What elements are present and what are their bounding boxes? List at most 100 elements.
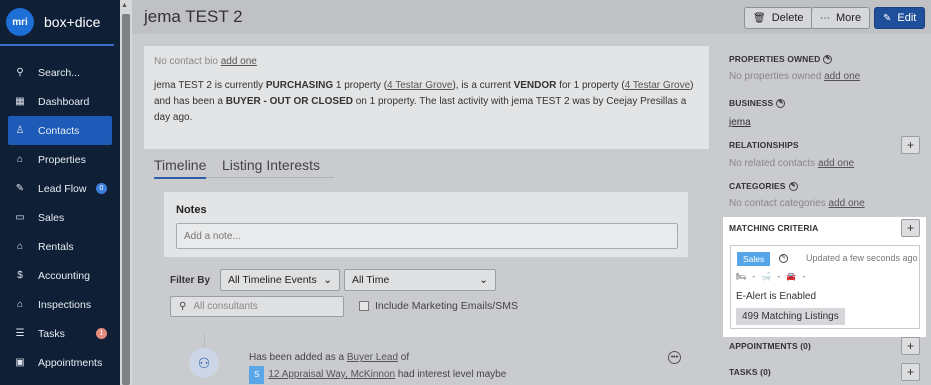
time-range-select[interactable]: All Time ⌄	[344, 269, 496, 291]
appointments-heading: APPOINTMENTS (0)	[729, 341, 811, 351]
sidebar-item-accounting[interactable]: $ Accounting	[0, 261, 120, 290]
notes-card: Notes Add a note...	[164, 192, 688, 257]
business-link[interactable]: jema	[729, 117, 751, 128]
no-bio-text: No contact bio add one	[154, 56, 699, 67]
brand[interactable]: mri box+dice	[0, 0, 114, 46]
add-bio-link[interactable]: add one	[221, 56, 257, 67]
time-range-value: All Time	[352, 274, 390, 286]
tab-listing-interests[interactable]: Listing Interests	[222, 157, 320, 173]
count-badge: 0	[96, 183, 107, 194]
sidebar-item-label: Dashboard	[38, 95, 90, 108]
checklist-icon: ☰	[15, 328, 25, 339]
sidebar-item-properties[interactable]: ⌂ Properties	[0, 145, 120, 174]
add-task-button[interactable]: +	[901, 363, 920, 381]
edit-circle-icon[interactable]: ✎	[823, 55, 833, 65]
filter-by-label: Filter By	[170, 275, 211, 286]
tab-timeline[interactable]: Timeline	[154, 157, 207, 179]
house-key-icon: ⌂	[16, 241, 24, 252]
calendar-icon: ▣	[15, 357, 25, 368]
sidebar-item-contacts[interactable]: ♙ Contacts	[8, 116, 112, 145]
sidebar-item-search[interactable]: ⚲ Search...	[0, 58, 120, 87]
entry-more-icon[interactable]: •••	[668, 351, 681, 364]
scroll-up-icon[interactable]: ▲	[121, 2, 128, 9]
dollar-icon: $	[17, 270, 23, 281]
timeline-events-select[interactable]: All Timeline Events ⌄	[220, 269, 340, 291]
entry-text: Has been added as a	[249, 352, 347, 363]
timeline-events-value: All Timeline Events	[228, 274, 317, 286]
marketing-checkbox[interactable]	[359, 301, 369, 311]
count-badge: 1	[96, 328, 107, 339]
no-categories-label: No contact categories	[729, 198, 826, 209]
delete-button[interactable]: 🗑 Delete	[744, 7, 813, 29]
sidebar-item-label: Inspections	[38, 298, 92, 311]
sidebar-item-label: Contacts	[38, 124, 80, 137]
categories-label: CATEGORIES	[729, 181, 786, 191]
summary-part: 1 property (	[333, 80, 388, 91]
sidebar-item-label: Tasks	[38, 327, 65, 340]
property-link[interactable]: 4 Testar Grove	[387, 80, 452, 91]
person-add-icon: ⚇	[189, 348, 219, 378]
home-icon: ⌂	[16, 154, 24, 165]
purchasing-label: PURCHASING	[265, 80, 334, 91]
more-label: More	[836, 12, 862, 24]
marketing-checkbox-label: Include Marketing Emails/SMS	[375, 300, 518, 312]
add-relationship-link[interactable]: add one	[818, 158, 854, 169]
sidebar-item-label: Appointments	[38, 356, 103, 369]
property-link[interactable]: 4 Testar Grove	[625, 80, 690, 91]
marketing-checkbox-row[interactable]: Include Marketing Emails/SMS	[359, 300, 518, 312]
scrollbar-thumb[interactable]	[122, 14, 130, 385]
sales-tag: Sales	[737, 252, 771, 266]
sale-tag: S	[249, 366, 265, 384]
sidebar-item-sales[interactable]: ▭ Sales	[0, 203, 120, 232]
add-property-link[interactable]: add one	[824, 71, 860, 82]
contact-summary: jema TEST 2 is currently PURCHASING 1 pr…	[154, 78, 699, 126]
person-icon: ♙	[15, 125, 25, 136]
sidebar-item-inspections[interactable]: ⌂ Inspections	[0, 290, 120, 319]
relationships-heading: RELATIONSHIPS	[729, 140, 799, 150]
sidebar-item-appointments[interactable]: ▣ Appointments	[0, 348, 120, 377]
edit-circle-icon[interactable]: ✎	[776, 99, 786, 109]
add-matching-criteria-button[interactable]: +	[901, 219, 920, 237]
edit-label: Edit	[897, 12, 917, 24]
contact-bio-card: No contact bio add one jema TEST 2 is cu…	[144, 46, 709, 149]
matching-listings-button[interactable]: 499 Matching Listings	[736, 308, 845, 325]
sidebar-item-lead-flow[interactable]: ✎ Lead Flow 0	[0, 174, 120, 203]
edit-button[interactable]: ✎ Edit	[874, 7, 926, 29]
matching-criteria-card[interactable]: Sales ✎ Updated a few seconds ago 🛏 - 🛁 …	[730, 245, 920, 329]
contact-header: jema TEST 2 🗑 Delete ⋯ More ✎ Edit	[132, 0, 931, 34]
entry-text: of	[398, 352, 410, 363]
sidebar-item-rentals[interactable]: ⌂ Rentals	[0, 232, 120, 261]
chevron-down-icon: ⌄	[479, 274, 488, 286]
edit-circle-icon[interactable]: ✎	[779, 254, 788, 263]
chevron-down-icon: ⌄	[323, 274, 332, 286]
grid-icon: ▦	[15, 96, 25, 107]
sidebar-item-dashboard[interactable]: ▦ Dashboard	[0, 87, 120, 116]
no-properties-label: No properties owned	[729, 71, 822, 82]
delete-label: Delete	[771, 12, 804, 24]
buyer-lead-link[interactable]: Buyer Lead	[347, 352, 398, 363]
brand-name: box+dice	[44, 14, 101, 30]
more-button[interactable]: ⋯ More	[811, 7, 871, 29]
sidebar-nav: ⚲ Search... ▦ Dashboard ♙ Contacts ⌂ Properties…	[0, 58, 120, 377]
inspection-icon: ⌂	[16, 299, 24, 310]
sidebar-item-label: Lead Flow	[38, 182, 87, 195]
ealert-status: E-Alert is Enabled	[736, 291, 817, 302]
edit-circle-icon[interactable]: ✎	[788, 182, 798, 192]
consultants-search-input[interactable]: ⚲ All consultants	[170, 296, 344, 317]
matching-criteria-heading: MATCHING CRITERIA	[729, 223, 819, 233]
add-relationship-button[interactable]: +	[901, 136, 920, 154]
add-appointment-button[interactable]: +	[901, 337, 920, 355]
buyer-status-label: BUYER - OUT OR CLOSED	[225, 96, 353, 107]
sign-icon: ▭	[15, 212, 25, 223]
properties-owned-heading: PROPERTIES OWNED ✎	[729, 54, 833, 65]
bed-bath-car-icons: 🛏 - 🛁 - 🚘 -	[736, 272, 808, 281]
timeline-entry: Has been added as a Buyer Lead of S 12 Ap…	[249, 350, 506, 384]
no-related-text: No related contacts add one	[729, 158, 854, 169]
property-link[interactable]: 12 Appraisal Way, McKinnon	[268, 369, 395, 380]
mri-logo: mri	[6, 8, 34, 36]
page-title: jema TEST 2	[144, 7, 243, 26]
note-input[interactable]: Add a note...	[176, 223, 678, 249]
sidebar-item-tasks[interactable]: ☰ Tasks 1	[0, 319, 120, 348]
add-category-link[interactable]: add one	[829, 198, 865, 209]
pencil-circle-icon: ✎	[883, 12, 892, 24]
